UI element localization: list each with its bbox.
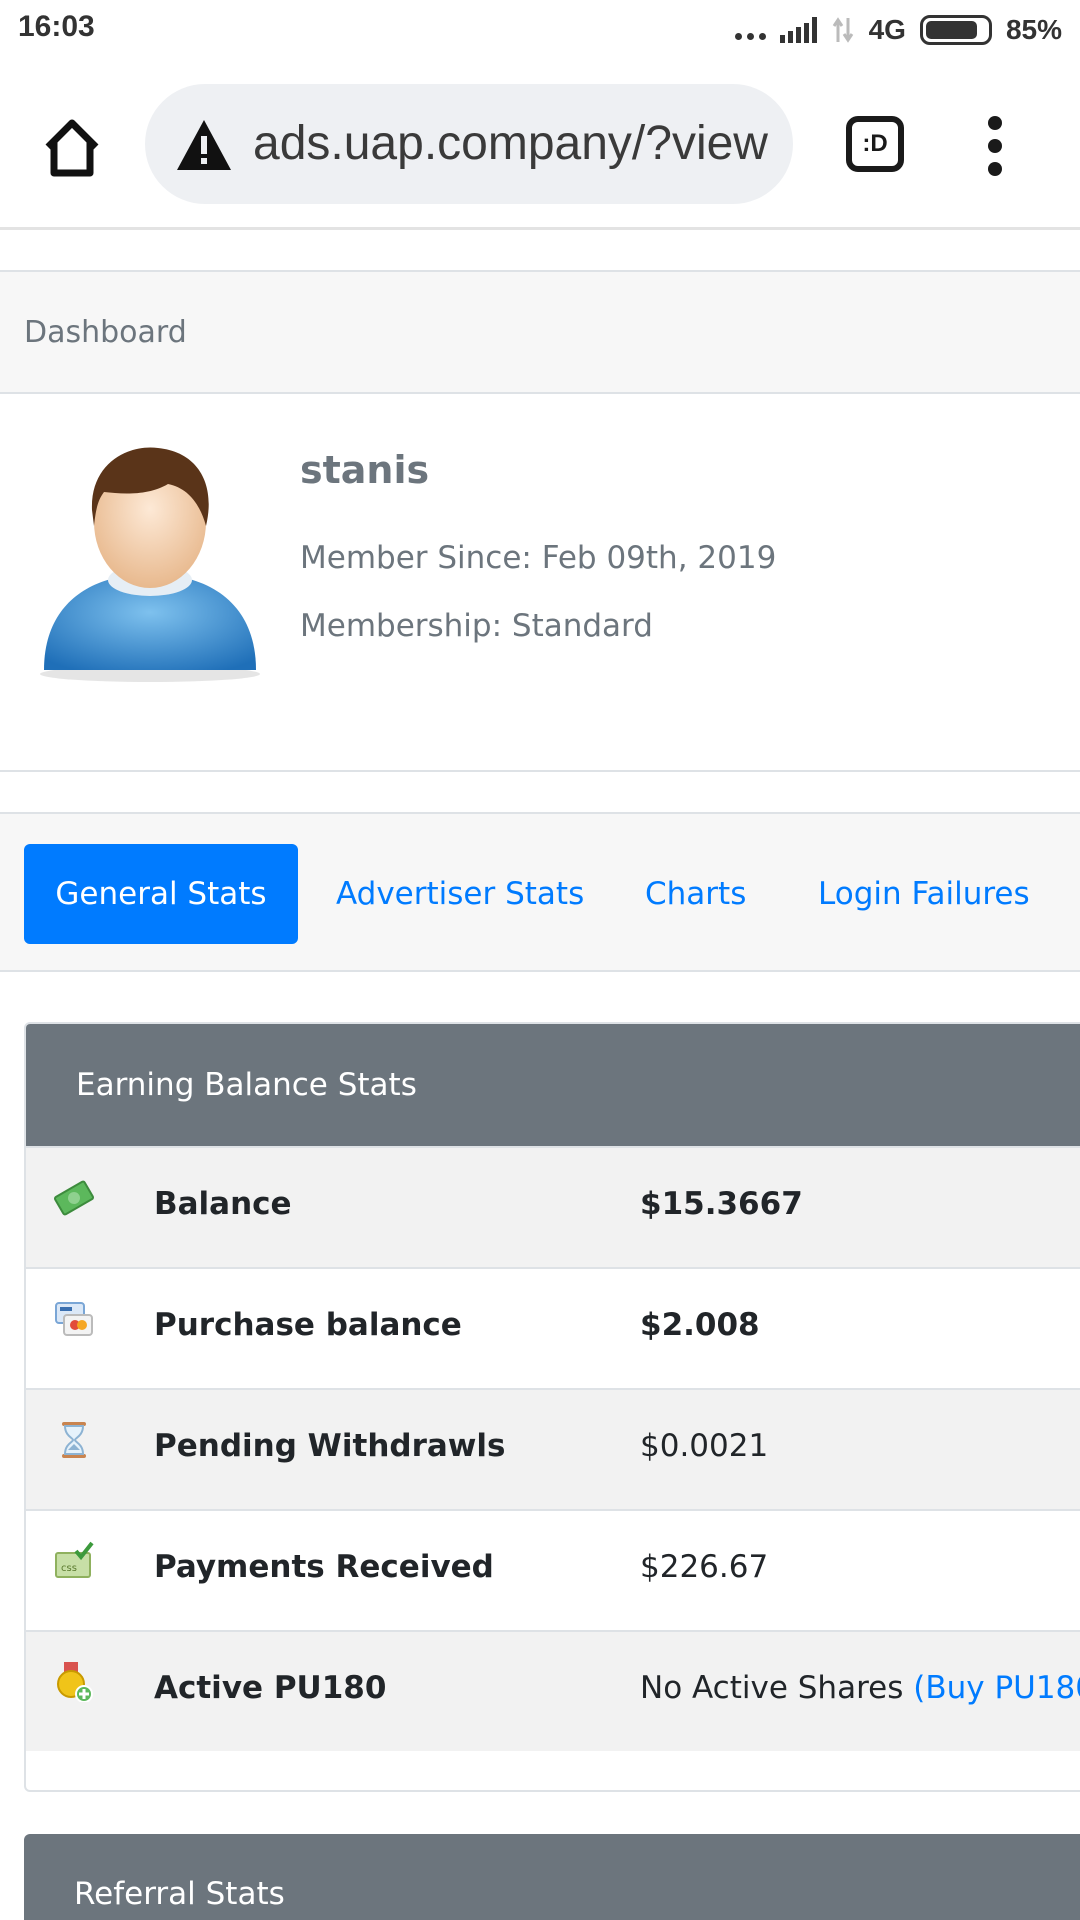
home-icon (45, 119, 99, 177)
tab-charts[interactable]: Charts (605, 844, 786, 944)
membership-level: Membership: Standard (300, 608, 653, 644)
status-time: 16:03 (18, 10, 95, 43)
avatar (40, 447, 260, 682)
pending-withdrawals-value: $0.0021 (640, 1428, 769, 1464)
buy-pu180-link[interactable]: (Buy PU180) (913, 1670, 1080, 1706)
earning-balance-card: Earning Balance Stats Balance $15.3667 P… (24, 1022, 1080, 1792)
tab-general-stats[interactable]: General Stats (24, 844, 298, 944)
table-row: Pending Withdrawls $0.0021 (26, 1388, 1080, 1509)
overflow-menu-button[interactable] (980, 116, 1010, 176)
medal-add-icon (57, 1662, 93, 1702)
table-row: Balance $15.3667 (26, 1146, 1080, 1267)
payments-received-value: $226.67 (640, 1549, 769, 1585)
no-active-shares-text: No Active Shares (640, 1670, 904, 1706)
browser-toolbar: ads.uap.company/?view :D (0, 60, 1080, 230)
referral-stats-card: Referral Stats (24, 1834, 1080, 1920)
card-title: Referral Stats (24, 1834, 1080, 1920)
address-bar[interactable]: ads.uap.company/?view (145, 84, 793, 204)
table-row: css Payments Received $226.67 (26, 1509, 1080, 1630)
tab-switcher-button[interactable]: :D (846, 116, 904, 172)
home-button[interactable] (36, 112, 108, 184)
data-transfer-icon (832, 17, 853, 43)
tab-login-failures[interactable]: Login Failures (778, 844, 1070, 944)
credit-cards-icon (55, 1302, 93, 1336)
status-indicators: 4G 85% (734, 10, 1062, 50)
svg-text:css: css (61, 1563, 77, 1574)
network-type: 4G (868, 14, 906, 45)
signal-icon (779, 17, 817, 43)
profile-section: stanis Member Since: Feb 09th, 2019 Memb… (0, 394, 1080, 772)
payment-check-icon: css (55, 1541, 94, 1578)
purchase-balance-value: $2.008 (640, 1307, 760, 1343)
tab-advertiser-stats[interactable]: Advertiser Stats (296, 844, 624, 944)
balance-value: $15.3667 (640, 1186, 803, 1222)
hourglass-icon (62, 1422, 86, 1458)
status-bar: 16:03 4G 85% (0, 0, 1080, 60)
row-label: Balance (154, 1186, 292, 1222)
breadcrumb-item-dashboard[interactable]: Dashboard (24, 315, 187, 350)
battery-icon (919, 15, 992, 45)
money-icon (54, 1180, 94, 1216)
tab-switcher-label: :D (862, 130, 888, 157)
card-title: Earning Balance Stats (26, 1024, 1080, 1146)
row-label: Pending Withdrawls (154, 1428, 506, 1464)
row-label: Payments Received (154, 1549, 494, 1585)
username: stanis (300, 448, 430, 492)
active-pu180-value: No Active Shares (Buy PU180) (640, 1670, 1080, 1706)
table-row: Purchase balance $2.008 (26, 1267, 1080, 1388)
row-label: Purchase balance (154, 1307, 462, 1343)
warning-icon[interactable] (175, 118, 233, 172)
row-label: Active PU180 (154, 1670, 387, 1706)
breadcrumb: Dashboard (0, 270, 1080, 394)
battery-percent: 85% (1005, 14, 1062, 45)
member-since: Member Since: Feb 09th, 2019 (300, 540, 777, 576)
url-text[interactable]: ads.uap.company/?view (253, 116, 768, 171)
table-row: Active PU180 No Active Shares (Buy PU180… (26, 1630, 1080, 1751)
more-notifications-icon (734, 20, 766, 40)
stats-tabs: General Stats Advertiser Stats Charts Lo… (0, 812, 1080, 972)
